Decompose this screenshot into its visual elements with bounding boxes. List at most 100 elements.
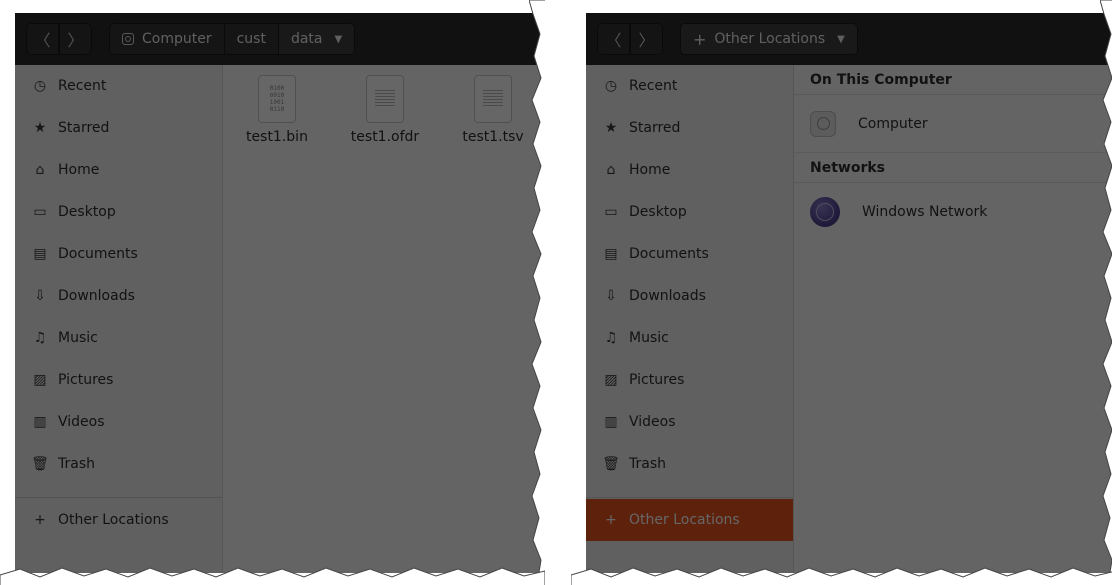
sidebar-item-label: Downloads	[58, 288, 135, 304]
torn-edge	[571, 567, 1112, 585]
sidebar-item-desktop[interactable]: ▭ Desktop	[15, 191, 222, 233]
picture-icon: ▨	[33, 372, 47, 388]
file-item[interactable]: 0100 0010 1001 0110 test1.bin	[223, 75, 331, 145]
sidebar-item-label: Recent	[629, 78, 678, 94]
sidebar-separator	[586, 497, 793, 498]
header-bar: 〈 〉 + Other Locations ▼	[586, 13, 1112, 65]
other-locations-view: On This Computer Computer Networks Windo…	[794, 65, 1112, 573]
back-button[interactable]: 〈	[26, 23, 59, 55]
sidebar-item-pictures[interactable]: ▨ Pictures	[15, 359, 222, 401]
file-name: test1.bin	[246, 129, 308, 145]
sidebar-item-music[interactable]: ♫ Music	[586, 317, 793, 359]
desktop-icon: ▭	[33, 204, 47, 220]
sidebar-item-videos[interactable]: ▥ Videos	[15, 401, 222, 443]
plus-icon: +	[34, 512, 46, 528]
location-label: Windows Network	[862, 204, 988, 220]
sidebar-item-label: Downloads	[629, 288, 706, 304]
sidebar-item-label: Videos	[58, 414, 105, 430]
binary-file-icon: 0100 0010 1001 0110	[258, 75, 296, 123]
back-button[interactable]: 〈	[597, 23, 630, 55]
sidebar-item-trash[interactable]: 🗑 Trash	[15, 443, 222, 485]
section-heading-on-this-computer: On This Computer	[794, 65, 1112, 95]
file-item[interactable]: test1.ofdr	[331, 75, 439, 145]
forward-button[interactable]: 〉	[630, 23, 663, 55]
right-screenshot: 〈 〉 + Other Locations ▼ ◷ Recent ★ Starred…	[571, 0, 1112, 585]
sidebar-item-documents[interactable]: ▤ Documents	[586, 233, 793, 275]
sidebar-item-label: Desktop	[58, 204, 116, 220]
forward-button[interactable]: 〉	[59, 23, 92, 55]
file-name: test1.tsv	[462, 129, 524, 145]
sidebar-item-label: Pictures	[58, 372, 114, 388]
music-icon: ♫	[33, 330, 47, 346]
video-icon: ▥	[33, 414, 47, 430]
breadcrumb-label: data	[290, 31, 323, 47]
location-row-windows-network[interactable]: Windows Network	[794, 183, 1112, 241]
sidebar-item-pictures[interactable]: ▨ Pictures	[586, 359, 793, 401]
sidebar-item-downloads[interactable]: ⇩ Downloads	[586, 275, 793, 317]
location-row-computer[interactable]: Computer	[794, 95, 1112, 153]
picture-icon: ▨	[604, 372, 618, 388]
sidebar-item-other-locations[interactable]: + Other Locations	[586, 499, 793, 541]
chevron-left-icon: 〈	[605, 31, 622, 50]
desktop-icon: ▭	[604, 204, 618, 220]
sidebar-item-label: Starred	[629, 120, 681, 136]
sidebar-item-label: Music	[629, 330, 669, 346]
breadcrumb-label: cust	[236, 31, 266, 47]
torn-edge	[0, 567, 545, 585]
sidebar-item-videos[interactable]: ▥ Videos	[586, 401, 793, 443]
sidebar-item-label: Trash	[58, 456, 95, 472]
chevron-left-icon: 〈	[34, 31, 51, 50]
network-globe-icon	[810, 197, 840, 227]
location-label: Computer	[858, 115, 928, 132]
chevron-right-icon: 〉	[638, 31, 655, 50]
sidebar-item-label: Documents	[629, 246, 709, 262]
sidebar-item-label: Music	[58, 330, 98, 346]
sidebar-item-label: Pictures	[629, 372, 685, 388]
download-icon: ⇩	[34, 288, 46, 304]
video-icon: ▥	[604, 414, 618, 430]
sidebar-item-label: Desktop	[629, 204, 687, 220]
plus-icon: +	[693, 29, 707, 49]
sidebar-item-other-locations[interactable]: + Other Locations	[15, 499, 222, 541]
breadcrumb-computer[interactable]: Computer	[110, 24, 225, 54]
sidebar-item-label: Other Locations	[58, 512, 169, 528]
header-bar: 〈 〉 Computer cust data ▼	[15, 13, 545, 65]
breadcrumb-label: Computer	[142, 31, 212, 47]
sidebar-item-home[interactable]: ⌂ Home	[586, 149, 793, 191]
trash-icon: 🗑	[31, 456, 49, 472]
document-icon: ▤	[604, 246, 618, 262]
location-label: Other Locations	[714, 31, 826, 47]
music-icon: ♫	[604, 330, 618, 346]
download-icon: ⇩	[605, 288, 617, 304]
breadcrumb-data[interactable]: data ▼	[278, 24, 355, 54]
files-window-left: 〈 〉 Computer cust data ▼ ◷ Recent ★ Starre…	[15, 13, 545, 573]
text-file-icon	[366, 75, 404, 123]
sidebar-item-recent[interactable]: ◷ Recent	[586, 65, 793, 107]
drive-icon	[122, 33, 134, 45]
torn-edge	[1100, 0, 1112, 585]
sidebar-item-trash[interactable]: 🗑 Trash	[586, 443, 793, 485]
sidebar-item-documents[interactable]: ▤ Documents	[15, 233, 222, 275]
sidebar-item-starred[interactable]: ★ Starred	[586, 107, 793, 149]
sidebar-separator	[15, 497, 222, 498]
sidebar-item-label: Other Locations	[629, 512, 740, 528]
section-heading-networks: Networks	[794, 153, 1112, 183]
torn-edge	[529, 0, 545, 585]
dropdown-arrow-icon: ▼	[837, 33, 845, 45]
plus-icon: +	[605, 512, 617, 528]
sidebar-item-music[interactable]: ♫ Music	[15, 317, 222, 359]
left-screenshot: 〈 〉 Computer cust data ▼ ◷ Recent ★ Starre…	[0, 0, 545, 585]
location-bar: + Other Locations ▼	[680, 23, 858, 55]
document-icon: ▤	[33, 246, 47, 262]
sidebar-item-label: Documents	[58, 246, 138, 262]
dropdown-arrow-icon: ▼	[334, 33, 343, 45]
breadcrumb-cust[interactable]: cust	[225, 24, 279, 54]
star-icon: ★	[604, 120, 618, 136]
places-sidebar: ◷ Recent ★ Starred ⌂ Home ▭ Desktop ▤ Documen…	[586, 65, 794, 573]
location-button-other-locations[interactable]: + Other Locations ▼	[681, 24, 857, 54]
home-icon: ⌂	[606, 162, 616, 178]
hard-disk-icon	[810, 110, 836, 137]
file-view: 0100 0010 1001 0110 test1.bin test1.ofdr…	[223, 65, 545, 573]
sidebar-item-downloads[interactable]: ⇩ Downloads	[15, 275, 222, 317]
sidebar-item-desktop[interactable]: ▭ Desktop	[586, 191, 793, 233]
